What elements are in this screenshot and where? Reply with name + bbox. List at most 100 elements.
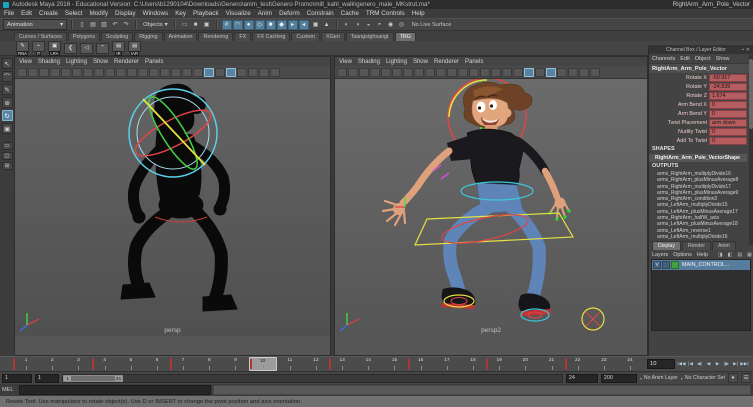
shelf-rig-button[interactable]: ▣LRA [48,41,61,56]
menu-deform[interactable]: Deform [279,10,300,17]
viewport-tool-icon[interactable] [182,68,192,77]
menu-trm-controls[interactable]: TRM Controls [366,10,405,17]
time-slider-frame[interactable]: 15 [381,357,407,371]
viewport-tool-icon[interactable] [579,68,589,77]
channel-box-menu-edit[interactable]: Edit [680,56,689,62]
time-slider-frame[interactable]: 1 [13,357,39,371]
channel-label[interactable]: Rotate Y [649,84,709,90]
time-slider-frame[interactable]: 7 [170,357,196,371]
layer-editor-tab-anim[interactable]: Anim [712,241,736,250]
channel-value-field[interactable]: 1.674 [709,92,747,100]
viewport-tool-icon[interactable] [447,68,457,77]
channel-box-header[interactable]: Channel Box / Layer Editor ▪ ✕ [649,45,753,54]
range-slider-bar[interactable]: 1 24 [63,375,123,382]
menu-playback[interactable]: Playback [193,10,219,17]
time-slider-frame[interactable]: 13 [329,357,355,371]
menu-constrain[interactable]: Constrain [307,10,334,17]
viewport-tool-icon[interactable] [105,68,115,77]
step-forward-frame-button[interactable]: ▶| [731,358,740,370]
viewport-menu-view[interactable]: View [19,59,32,65]
animation-start-field[interactable]: 1 [35,374,59,383]
channel-value-field[interactable]: 0 [709,128,747,136]
channel-label[interactable]: Arm Bend Y [649,111,709,117]
menu-set-dropdown[interactable]: Animation ▾ [3,19,67,30]
viewport-tool-icon[interactable] [480,68,490,77]
viewport-tool-icon[interactable] [535,68,545,77]
channel-value-field[interactable]: -24.839 [709,83,747,91]
go-to-end-button[interactable]: ▶▶| [740,358,749,370]
channel-box-scrollbar[interactable] [749,55,753,245]
time-slider-frame[interactable]: 22 [565,357,591,371]
time-slider[interactable]: 123456789101112131415161718192021222324 … [0,356,753,371]
select-tool[interactable]: ↖ [2,58,13,69]
viewport-right-canvas[interactable]: persp2 [335,79,647,336]
lock-selection-icon[interactable]: ▲ [322,20,332,30]
layer-editor-menu-layers[interactable]: Layers [652,252,668,258]
time-slider-frame[interactable]: 9 [222,357,248,371]
viewport-tool-icon[interactable] [370,68,380,77]
display-render-globals-icon[interactable]: ◎ [397,20,407,30]
viewport-tool-icon[interactable] [359,68,369,77]
make-live-icon[interactable]: ◆ [277,20,287,30]
menu-file[interactable]: File [4,10,14,17]
layer-row[interactable]: VMAIN_CONTROL... [652,260,750,270]
time-slider-frame[interactable]: 23 [591,357,617,371]
render-settings-icon[interactable]: ◉ [386,20,396,30]
viewport-menu-shading[interactable]: Shading [358,59,380,65]
viewport-tool-icon[interactable] [127,68,137,77]
viewport-tool-icon[interactable] [469,68,479,77]
auto-keyframe-toggle[interactable]: ● [728,373,738,383]
time-slider-frame[interactable]: 24 [617,357,643,371]
viewport-tool-icon[interactable] [17,68,27,77]
channel-label[interactable]: Rotate Z [649,93,709,99]
viewport-tool-icon[interactable] [590,68,600,77]
construction-history-icon[interactable]: ▣ [311,20,321,30]
ipr-render-icon[interactable]: ◒ [364,20,374,30]
step-back-frame-button[interactable]: |◀ [686,358,695,370]
viewport-tool-icon[interactable] [546,68,556,77]
snap-to-view-plane-icon[interactable]: ■ [266,20,276,30]
channel-label[interactable]: Rotate X [649,75,709,81]
viewport-tool-icon[interactable] [403,68,413,77]
time-slider-frame[interactable]: 12 [303,357,329,371]
render-sequence-icon[interactable]: ◓ [375,20,385,30]
viewport-left-canvas[interactable]: persp [15,79,330,336]
range-slider-groove[interactable]: 1 24 [62,374,563,383]
lasso-tool[interactable]: ⌒ [2,71,13,82]
new-layer-from-selected-icon[interactable]: ▦ [747,252,752,258]
rotate-tool[interactable]: ↻ [2,110,13,121]
channel-box-object-name[interactable]: RightArm_Arm_Pole_Vector [649,64,753,73]
viewport-left[interactable]: ViewShadingLightingShowRendererPanels [14,56,331,356]
shelf-tab-xgen[interactable]: XGen [321,32,345,41]
viewport-tool-icon[interactable] [458,68,468,77]
menu-key[interactable]: Key [175,10,186,17]
time-slider-frame[interactable]: 2 [39,357,65,371]
viewport-tool-icon[interactable] [425,68,435,77]
channel-label[interactable]: Nudity Twist [649,129,709,135]
viewport-tool-icon[interactable] [270,68,280,77]
range-start-handle[interactable]: 1 [64,376,71,381]
menu-edit[interactable]: Edit [21,10,32,17]
viewport-tool-icon[interactable] [28,68,38,77]
viewport-tool-icon[interactable] [337,68,347,77]
menu-create[interactable]: Create [39,10,58,17]
render-current-frame-icon[interactable]: ◑ [353,20,363,30]
viewport-tool-icon[interactable] [237,68,247,77]
viewport-menu-shading[interactable]: Shading [38,59,60,65]
menu-help[interactable]: Help [412,10,425,17]
viewport-menu-show[interactable]: Show [93,59,108,65]
snap-to-grid-icon[interactable]: # [222,20,232,30]
viewport-tool-icon[interactable] [392,68,402,77]
menu-cache[interactable]: Cache [341,10,359,17]
viewport-right[interactable]: ViewShadingLightingShowRendererPanels [334,56,648,356]
channel-value-field[interactable]: -50.917 [709,74,747,82]
shelf-tab-animation[interactable]: Animation [164,32,198,41]
viewport-tool-icon[interactable] [557,68,567,77]
shelf-flag-button[interactable]: ◁ [80,43,93,54]
anim-layer-dropdown[interactable]: ▾ No Anim Layer [640,374,678,383]
layer-name[interactable]: MAIN_CONTROL... [680,262,729,268]
layout-two-pane-button[interactable]: ◫ [2,152,13,160]
menu-select[interactable]: Select [65,10,83,17]
selection-mode-dropdown[interactable]: Objects ▾ [141,20,170,29]
new-scene-icon[interactable]: ▯ [77,20,87,30]
